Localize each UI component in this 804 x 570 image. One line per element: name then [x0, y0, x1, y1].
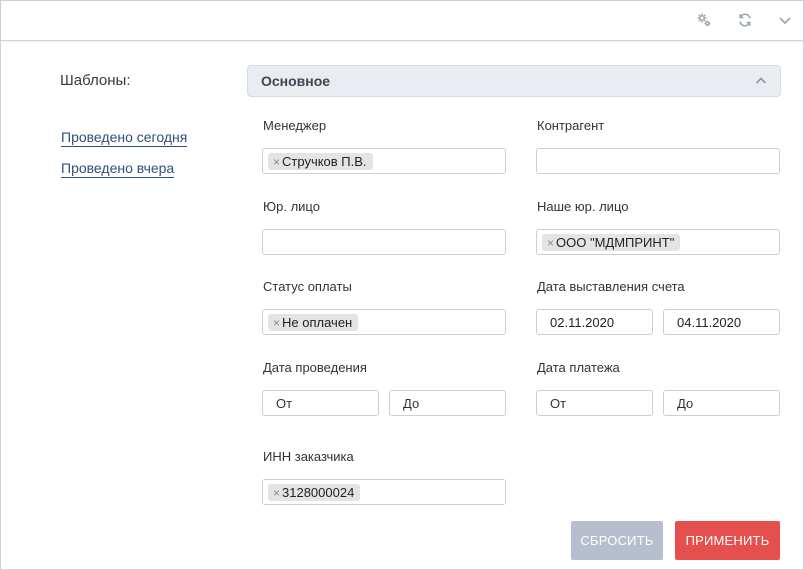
- manager-label: Менеджер: [263, 118, 327, 133]
- payment-date-to-placeholder: До: [677, 396, 694, 411]
- filter-panel: Шаблоны: Проведено сегодня Проведено вче…: [0, 0, 804, 570]
- legal-entity-input[interactable]: [262, 229, 506, 255]
- refresh-icon[interactable]: [737, 12, 753, 28]
- template-link-today[interactable]: Проведено сегодня: [61, 129, 188, 147]
- payment-status-tag: × Не оплачен: [268, 314, 359, 331]
- templates-label: Шаблоны:: [60, 72, 131, 89]
- payment-date-to[interactable]: До: [663, 390, 780, 416]
- chevron-down-icon[interactable]: [777, 12, 793, 28]
- remove-tag-icon[interactable]: ×: [273, 155, 280, 169]
- apply-button[interactable]: ПРИМЕНИТЬ: [675, 521, 780, 560]
- manager-tag: × Стручков П.В.: [268, 153, 373, 170]
- remove-tag-icon[interactable]: ×: [273, 316, 280, 330]
- our-legal-entity-select[interactable]: × ООО "МДМПРИНТ": [536, 229, 780, 255]
- payment-status-label: Статус оплаты: [263, 279, 352, 294]
- invoice-date-from-value: 02.11.2020: [550, 315, 615, 330]
- settings-gears-icon[interactable]: [696, 12, 712, 28]
- posting-date-label: Дата проведения: [263, 360, 367, 375]
- posting-date-to-placeholder: До: [403, 396, 420, 411]
- posting-date-from[interactable]: От: [262, 390, 379, 416]
- template-link-yesterday[interactable]: Проведено вчера: [61, 160, 175, 178]
- remove-tag-icon[interactable]: ×: [547, 236, 554, 250]
- legal-entity-label: Юр. лицо: [263, 199, 320, 214]
- posting-date-to[interactable]: До: [389, 390, 506, 416]
- section-header-main[interactable]: Основное: [247, 65, 781, 97]
- payment-date-from[interactable]: От: [536, 390, 653, 416]
- payment-status-tag-label: Не оплачен: [282, 315, 353, 330]
- payment-date-label: Дата платежа: [537, 360, 620, 375]
- reset-button[interactable]: СБРОСИТЬ: [571, 521, 663, 560]
- payment-date-from-placeholder: От: [550, 396, 567, 411]
- our-legal-entity-tag-label: ООО "МДМПРИНТ": [556, 235, 675, 250]
- invoice-date-label: Дата выставления счета: [537, 279, 685, 294]
- invoice-date-from[interactable]: 02.11.2020: [536, 309, 653, 335]
- customer-inn-label: ИНН заказчика: [263, 449, 354, 464]
- manager-tag-label: Стручков П.В.: [282, 154, 367, 169]
- remove-tag-icon[interactable]: ×: [273, 486, 280, 500]
- payment-status-select[interactable]: × Не оплачен: [262, 309, 506, 335]
- invoice-date-to-value: 04.11.2020: [677, 315, 742, 330]
- section-title: Основное: [261, 73, 331, 89]
- our-legal-entity-label: Наше юр. лицо: [537, 199, 629, 214]
- panel-toolbar: [1, 1, 803, 41]
- invoice-date-to[interactable]: 04.11.2020: [663, 309, 780, 335]
- chevron-up-icon[interactable]: [754, 74, 768, 88]
- our-legal-entity-tag: × ООО "МДМПРИНТ": [542, 234, 681, 251]
- manager-select[interactable]: × Стручков П.В.: [262, 148, 506, 174]
- customer-inn-select[interactable]: × 3128000024: [262, 479, 506, 505]
- counterparty-label: Контрагент: [537, 118, 605, 133]
- customer-inn-tag-label: 3128000024: [282, 485, 355, 500]
- posting-date-from-placeholder: От: [276, 396, 293, 411]
- counterparty-input[interactable]: [536, 148, 780, 174]
- customer-inn-tag: × 3128000024: [268, 484, 361, 501]
